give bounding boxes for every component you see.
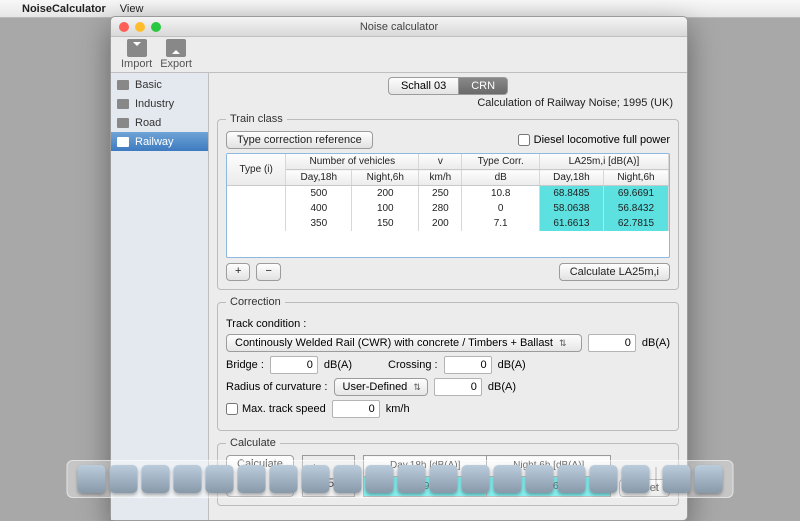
col-kmh[interactable]: km/h	[419, 170, 462, 186]
radius-select[interactable]: User-Defined⇅	[334, 378, 428, 396]
dock-app-icon[interactable]	[398, 465, 426, 493]
import-button[interactable]: Import	[121, 39, 152, 70]
bridge-label: Bridge :	[226, 359, 264, 371]
dock-app-icon[interactable]	[558, 465, 586, 493]
menubar-app[interactable]: NoiseCalculator	[22, 3, 106, 15]
table-row[interactable]: 50020025010.868.848569.6691	[227, 186, 669, 202]
col-night[interactable]: Night,6h	[352, 170, 419, 186]
dock	[67, 460, 734, 498]
col-numvehicles[interactable]: Number of vehicles	[286, 154, 419, 170]
track-condition-select[interactable]: Continously Welded Rail (CWR) with concr…	[226, 334, 582, 352]
col-v[interactable]: v	[419, 154, 462, 170]
dock-app-icon[interactable]	[526, 465, 554, 493]
table-row[interactable]: 3501502007.161.661362.7815	[227, 216, 669, 231]
main-panel: Schall 03 CRN Calculation of Railway Noi…	[209, 73, 687, 520]
col-db[interactable]: dB	[462, 170, 540, 186]
chevron-updown-icon: ⇅	[413, 382, 421, 393]
sidebar-item-industry[interactable]: Industry	[111, 94, 208, 113]
dock-app-icon[interactable]	[663, 465, 691, 493]
calculate-legend: Calculate	[226, 437, 280, 449]
dock-app-icon[interactable]	[430, 465, 458, 493]
import-icon	[127, 39, 147, 57]
road-icon	[117, 118, 129, 128]
col-la-night[interactable]: Night,6h	[603, 170, 668, 186]
dock-app-icon[interactable]	[302, 465, 330, 493]
track-condition-label: Track condition :	[226, 318, 306, 330]
max-speed-checkbox-input[interactable]	[226, 403, 238, 415]
table-row[interactable]: 400100280058.063856.8432	[227, 201, 669, 216]
sidebar-item-road[interactable]: Road	[111, 113, 208, 132]
dock-app-icon[interactable]	[270, 465, 298, 493]
remove-row-button[interactable]: −	[256, 263, 280, 281]
menubar-view[interactable]: View	[120, 3, 144, 15]
basic-icon	[117, 80, 129, 90]
dock-app-icon[interactable]	[238, 465, 266, 493]
page-subtitle: Calculation of Railway Noise; 1995 (UK)	[217, 97, 673, 109]
type-correction-button[interactable]: Type correction reference	[226, 131, 373, 149]
tabbar: Schall 03 CRN	[217, 77, 679, 95]
add-row-button[interactable]: +	[226, 263, 250, 281]
export-button[interactable]: Export	[160, 39, 192, 70]
sidebar: Basic Industry Road Railway	[111, 73, 209, 520]
dock-app-icon[interactable]	[334, 465, 362, 493]
dock-app-icon[interactable]	[462, 465, 490, 493]
railway-icon	[117, 137, 129, 147]
dock-app-icon[interactable]	[622, 465, 650, 493]
dock-app-icon[interactable]	[174, 465, 202, 493]
dock-app-icon[interactable]	[590, 465, 618, 493]
toolbar: Import Export	[111, 37, 687, 73]
sidebar-item-basic[interactable]: Basic	[111, 75, 208, 94]
track-condition-value[interactable]	[588, 334, 636, 352]
bridge-input[interactable]	[270, 356, 318, 374]
dock-app-icon[interactable]	[206, 465, 234, 493]
train-class-group: Train class Type correction reference Di…	[217, 113, 679, 290]
col-type[interactable]: Type (i)	[227, 154, 286, 186]
window-title: Noise calculator	[111, 21, 687, 33]
export-icon	[166, 39, 186, 57]
dock-trash-icon[interactable]	[695, 465, 723, 493]
col-la-day[interactable]: Day,18h	[539, 170, 603, 186]
app-window: Noise calculator Import Export Basic Ind…	[110, 16, 688, 521]
col-typecorr[interactable]: Type Corr.	[462, 154, 540, 170]
diesel-checkbox-input[interactable]	[518, 134, 530, 146]
dock-app-icon[interactable]	[142, 465, 170, 493]
correction-legend: Correction	[226, 296, 285, 308]
train-table[interactable]: Type (i) Number of vehicles v Type Corr.…	[226, 153, 670, 258]
max-speed-input[interactable]	[332, 400, 380, 418]
train-class-legend: Train class	[226, 113, 287, 125]
dock-finder-icon[interactable]	[78, 465, 106, 493]
max-speed-checkbox[interactable]: Max. track speed	[226, 403, 326, 415]
col-la25[interactable]: LA25m,i [dB(A)]	[539, 154, 668, 170]
titlebar: Noise calculator	[111, 17, 687, 37]
dock-separator	[656, 467, 657, 491]
correction-group: Correction Track condition : Continously…	[217, 296, 679, 431]
calculate-la25-button[interactable]: Calculate LA25m,i	[559, 263, 670, 281]
diesel-checkbox[interactable]: Diesel locomotive full power	[518, 134, 670, 146]
dock-app-icon[interactable]	[494, 465, 522, 493]
tab-crn[interactable]: CRN	[459, 77, 508, 95]
crossing-label: Crossing :	[388, 359, 438, 371]
chevron-updown-icon: ⇅	[559, 338, 567, 349]
dock-app-icon[interactable]	[110, 465, 138, 493]
industry-icon	[117, 99, 129, 109]
radius-input[interactable]	[434, 378, 482, 396]
dock-app-icon[interactable]	[366, 465, 394, 493]
crossing-input[interactable]	[444, 356, 492, 374]
radius-label: Radius of curvature :	[226, 381, 328, 393]
sidebar-item-railway[interactable]: Railway	[111, 132, 208, 151]
col-day[interactable]: Day,18h	[286, 170, 352, 186]
tab-schall03[interactable]: Schall 03	[388, 77, 459, 95]
